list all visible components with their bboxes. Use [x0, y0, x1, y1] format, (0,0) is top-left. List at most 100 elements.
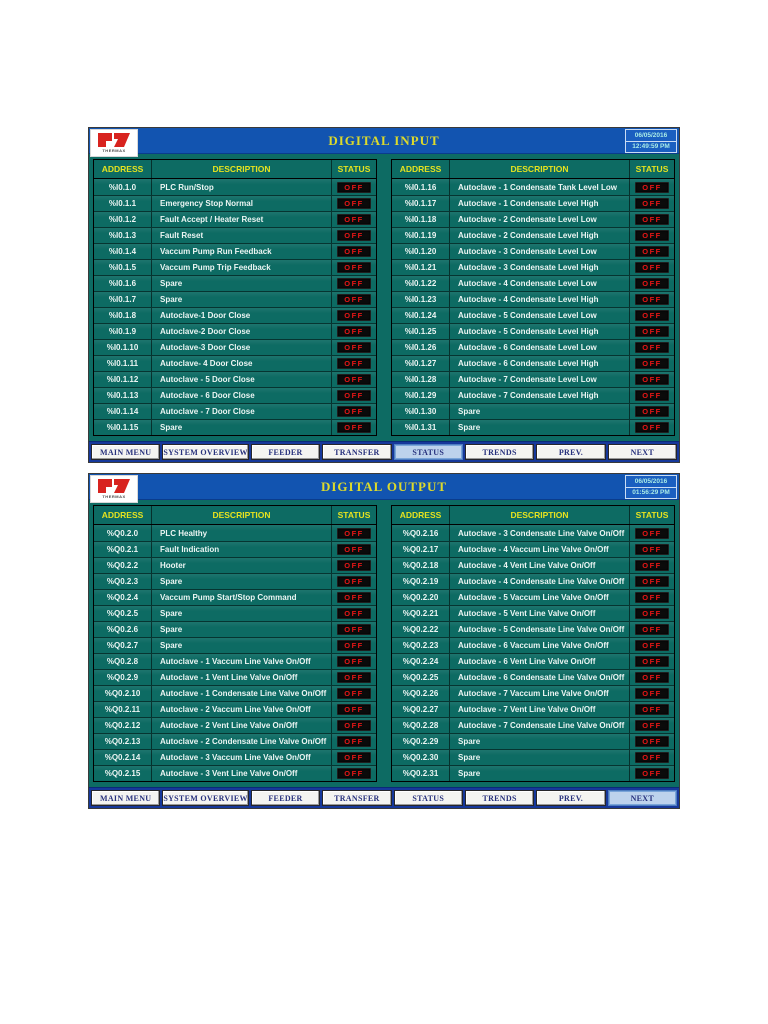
- description-cell: Autoclave - 1 Condensate Level High: [450, 196, 630, 211]
- address-cell: %Q0.2.27: [392, 702, 450, 717]
- status-cell: OFF: [630, 525, 674, 541]
- description-cell: Spare: [152, 606, 332, 621]
- description-column-header: DESCRIPTION: [152, 506, 332, 524]
- status-badge: OFF: [635, 374, 669, 385]
- status-badge: OFF: [635, 560, 669, 571]
- description-cell: Autoclave - 4 Condensate Line Valve On/O…: [450, 574, 630, 589]
- nav-button-transfer[interactable]: TRANSFER: [322, 790, 392, 806]
- description-column-header: DESCRIPTION: [450, 160, 630, 178]
- table-row: %I0.1.1 Emergency Stop Normal OFF: [94, 195, 376, 211]
- status-cell: OFF: [630, 372, 674, 387]
- status-badge: OFF: [635, 720, 669, 731]
- address-cell: %I0.1.29: [392, 388, 450, 403]
- description-cell: Fault Reset: [152, 228, 332, 243]
- table-row: %I0.1.18 Autoclave - 2 Condensate Level …: [392, 211, 674, 227]
- status-badge: OFF: [635, 640, 669, 651]
- status-cell: OFF: [630, 734, 674, 749]
- status-cell: OFF: [630, 276, 674, 291]
- table-row: %Q0.2.15 Autoclave - 3 Vent Line Valve O…: [94, 765, 376, 781]
- nav-button-trends[interactable]: TRENDS: [464, 444, 535, 460]
- table-row: %I0.1.10 Autoclave-3 Door Close OFF: [94, 339, 376, 355]
- address-cell: %I0.1.20: [392, 244, 450, 259]
- status-cell: OFF: [332, 212, 376, 227]
- status-cell: OFF: [332, 654, 376, 669]
- status-badge: OFF: [635, 608, 669, 619]
- table-row: %I0.1.4 Vaccum Pump Run Feedback OFF: [94, 243, 376, 259]
- nav-button-system-overview[interactable]: SYSTEM OVERVIEW: [162, 444, 249, 460]
- nav-button-next[interactable]: NEXT: [607, 444, 677, 460]
- address-cell: %I0.1.7: [94, 292, 152, 307]
- table-row: %Q0.2.23 Autoclave - 6 Vaccum Line Valve…: [392, 637, 674, 653]
- status-cell: OFF: [630, 654, 674, 669]
- address-cell: %Q0.2.31: [392, 766, 450, 781]
- status-badge: OFF: [337, 310, 371, 321]
- nav-button-status[interactable]: STATUS: [393, 444, 463, 460]
- address-cell: %Q0.2.29: [392, 734, 450, 749]
- address-cell: %I0.1.12: [94, 372, 152, 387]
- address-cell: %I0.1.18: [392, 212, 450, 227]
- address-cell: %I0.1.21: [392, 260, 450, 275]
- table-row: %Q0.2.17 Autoclave - 4 Vaccum Line Valve…: [392, 541, 674, 557]
- status-cell: OFF: [630, 606, 674, 621]
- status-badge: OFF: [635, 198, 669, 209]
- table-row: %I0.1.26 Autoclave - 6 Condensate Level …: [392, 339, 674, 355]
- status-cell: OFF: [332, 324, 376, 339]
- scada-page: THERMAX DIGITAL INPUT 06/05/2016 12:49:5…: [0, 0, 768, 1024]
- table-header: ADDRESS DESCRIPTION STATUS: [94, 160, 376, 179]
- status-badge: OFF: [337, 624, 371, 635]
- status-badge: OFF: [337, 390, 371, 401]
- nav-button-feeder[interactable]: FEEDER: [250, 790, 321, 806]
- nav-button-trends[interactable]: TRENDS: [464, 790, 535, 806]
- status-cell: OFF: [630, 622, 674, 637]
- address-cell: %I0.1.27: [392, 356, 450, 371]
- datetime-display: 06/05/2016 12:49:59 PM: [625, 129, 677, 153]
- panel-body: ADDRESS DESCRIPTION STATUS %Q0.2.0 PLC H…: [89, 500, 679, 787]
- nav-button-feeder[interactable]: FEEDER: [250, 444, 321, 460]
- thermax-logo-text: THERMAX: [102, 494, 126, 499]
- description-cell: Autoclave-3 Door Close: [152, 340, 332, 355]
- table-row: %Q0.2.31 Spare OFF: [392, 765, 674, 781]
- table-row: %I0.1.24 Autoclave - 5 Condensate Level …: [392, 307, 674, 323]
- status-cell: OFF: [332, 404, 376, 419]
- nav-button-transfer[interactable]: TRANSFER: [322, 444, 392, 460]
- status-cell: OFF: [630, 228, 674, 243]
- description-cell: Autoclave - 6 Vaccum Line Valve On/Off: [450, 638, 630, 653]
- table-row: %I0.1.8 Autoclave-1 Door Close OFF: [94, 307, 376, 323]
- table-row: %I0.1.2 Fault Accept / Heater Reset OFF: [94, 211, 376, 227]
- status-cell: OFF: [332, 590, 376, 605]
- address-column-header: ADDRESS: [94, 160, 152, 178]
- status-cell: OFF: [332, 244, 376, 259]
- address-cell: %Q0.2.20: [392, 590, 450, 605]
- nav-bar: MAIN MENU SYSTEM OVERVIEW FEEDER TRANSFER ST…: [89, 787, 679, 808]
- nav-button-next[interactable]: NEXT: [607, 790, 677, 806]
- address-cell: %Q0.2.8: [94, 654, 152, 669]
- status-badge: OFF: [337, 720, 371, 731]
- table-row: %I0.1.11 Autoclave- 4 Door Close OFF: [94, 355, 376, 371]
- nav-button-prev[interactable]: PREV.: [536, 790, 606, 806]
- description-cell: PLC Run/Stop: [152, 179, 332, 195]
- table-row: %Q0.2.28 Autoclave - 7 Condensate Line V…: [392, 717, 674, 733]
- status-badge: OFF: [337, 181, 371, 193]
- table-header: ADDRESS DESCRIPTION STATUS: [392, 160, 674, 179]
- nav-button-system-overview[interactable]: SYSTEM OVERVIEW: [162, 790, 249, 806]
- table-row: %Q0.2.7 Spare OFF: [94, 637, 376, 653]
- nav-button-main-menu[interactable]: MAIN MENU: [91, 444, 161, 460]
- nav-bar: MAIN MENU SYSTEM OVERVIEW FEEDER TRANSFER ST…: [89, 441, 679, 462]
- nav-button-status[interactable]: STATUS: [393, 790, 463, 806]
- address-cell: %Q0.2.10: [94, 686, 152, 701]
- status-badge: OFF: [337, 640, 371, 651]
- description-cell: Autoclave - 5 Condensate Level High: [450, 324, 630, 339]
- status-cell: OFF: [630, 179, 674, 195]
- table-row: %I0.1.12 Autoclave - 5 Door Close OFF: [94, 371, 376, 387]
- description-cell: Autoclave - 4 Vent Line Valve On/Off: [450, 558, 630, 573]
- table-row: %Q0.2.19 Autoclave - 4 Condensate Line V…: [392, 573, 674, 589]
- address-cell: %Q0.2.3: [94, 574, 152, 589]
- status-cell: OFF: [630, 718, 674, 733]
- status-badge: OFF: [635, 544, 669, 555]
- nav-button-prev[interactable]: PREV.: [536, 444, 606, 460]
- nav-button-main-menu[interactable]: MAIN MENU: [91, 790, 161, 806]
- description-cell: PLC Healthy: [152, 525, 332, 541]
- status-cell: OFF: [332, 308, 376, 323]
- description-cell: Autoclave - 6 Vent Line Valve On/Off: [450, 654, 630, 669]
- status-badge: OFF: [635, 246, 669, 257]
